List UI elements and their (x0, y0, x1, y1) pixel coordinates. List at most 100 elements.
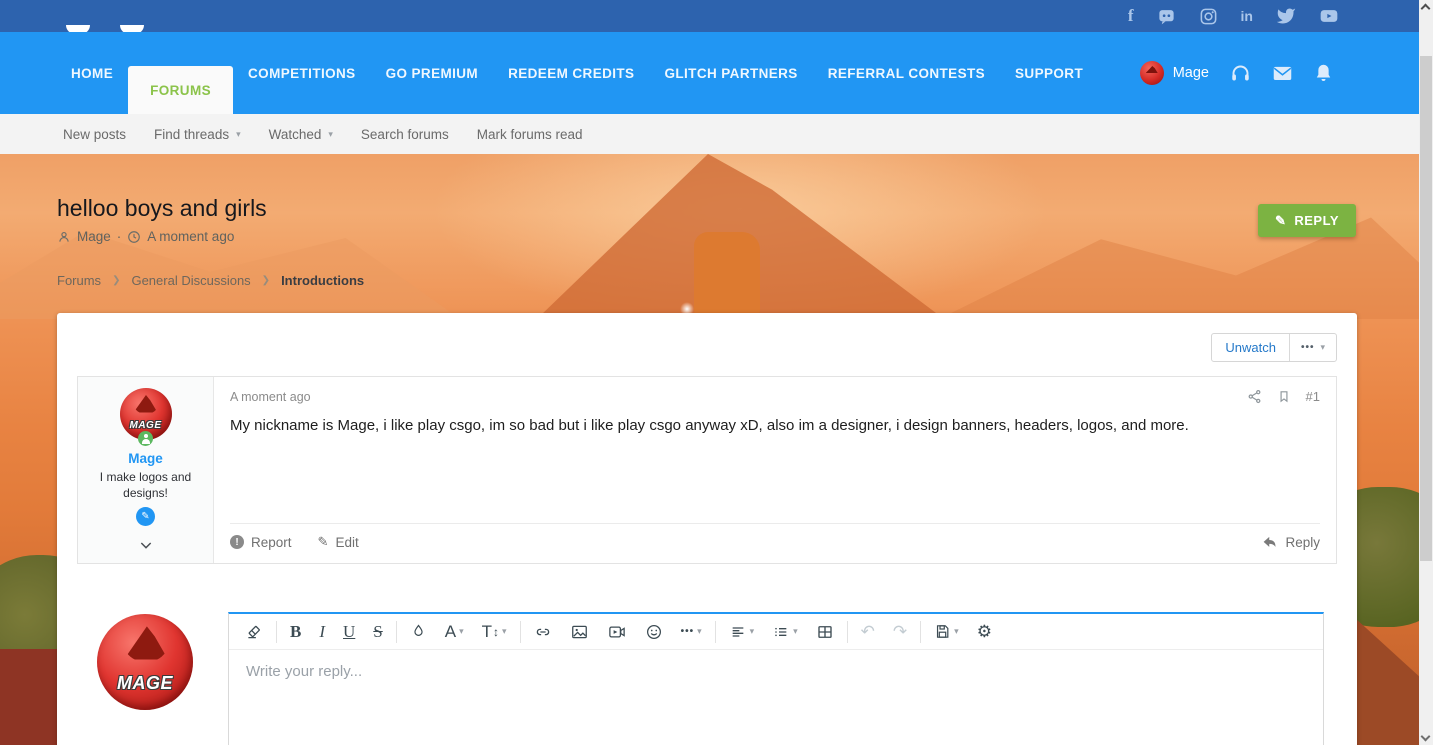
chevron-down-icon: ▾ (697, 626, 702, 637)
remove-format-eraser-icon[interactable] (236, 614, 272, 649)
reply-link[interactable]: Reply (1263, 535, 1320, 550)
edit-label: Edit (335, 535, 358, 550)
nav-item-glitch-partners[interactable]: GLITCH PARTNERS (649, 32, 812, 114)
size-glyph: T (482, 622, 492, 642)
inbox-mail-icon[interactable] (1272, 64, 1293, 82)
thread-card: Unwatch ••• ▾ MAGE Mage I make logos (57, 313, 1357, 745)
post-1: MAGE Mage I make logos and designs! ✎ A … (77, 376, 1337, 564)
insert-media-icon[interactable] (598, 614, 636, 649)
thread-time[interactable]: A moment ago (147, 229, 234, 244)
scroll-down-arrow-icon[interactable] (1421, 732, 1431, 742)
post-body-text: My nickname is Mage, i like play csgo, i… (230, 415, 1320, 523)
avatar-text: MAGE (130, 420, 162, 431)
breadcrumb: Forums ❯ General Discussions ❯ Introduct… (57, 273, 364, 288)
avatar[interactable]: MAGE (97, 614, 193, 710)
font-size-button[interactable]: T ↕ ▾ (473, 614, 516, 649)
alignment-button[interactable]: ▾ (720, 614, 764, 649)
subnav-label: Find threads (154, 127, 229, 142)
nav-item-forums[interactable]: FORUMS (128, 66, 233, 114)
nav-item-referral-contests[interactable]: REFERRAL CONTESTS (813, 32, 1000, 114)
redo-button[interactable]: ↷ (884, 614, 916, 649)
reply-arrow-icon (1263, 536, 1278, 549)
post-author-name[interactable]: Mage (128, 451, 163, 466)
breadcrumb-forums[interactable]: Forums (57, 273, 101, 288)
undo-button[interactable]: ↶ (852, 614, 884, 649)
underline-button[interactable]: U (334, 614, 364, 649)
scroll-up-arrow-icon[interactable] (1421, 4, 1431, 14)
twitter-icon[interactable] (1276, 6, 1296, 26)
nav-item-redeem-credits[interactable]: REDEEM CREDITS (493, 32, 649, 114)
nav-item-go-premium[interactable]: GO PREMIUM (371, 32, 494, 114)
post-author-title: I make logos and designs! (94, 469, 198, 501)
subnav-find-threads[interactable]: Find threads▾ (140, 127, 255, 142)
list-button[interactable]: ▾ (763, 614, 807, 649)
share-icon[interactable] (1247, 389, 1262, 404)
breadcrumb-introductions: Introductions (281, 273, 364, 288)
nav-item-home[interactable]: HOME (56, 32, 128, 114)
insert-link-icon[interactable] (525, 614, 561, 649)
subnav-label: New posts (63, 127, 126, 142)
subnav-label: Search forums (361, 127, 449, 142)
unwatch-button[interactable]: Unwatch (1212, 334, 1290, 361)
thread-tools: Unwatch ••• ▾ (77, 333, 1337, 362)
report-link[interactable]: ! Report (230, 535, 292, 550)
strikethrough-button[interactable]: S (364, 614, 391, 649)
pencil-icon: ✎ (1275, 213, 1286, 229)
edit-link[interactable]: ✎ Edit (318, 534, 359, 550)
insert-table-icon[interactable] (807, 614, 843, 649)
subnav-label: Mark forums read (477, 127, 583, 142)
user-avatar (1140, 61, 1164, 85)
thread-more-button[interactable]: ••• ▾ (1290, 334, 1336, 361)
subnav-mark-forums-read[interactable]: Mark forums read (463, 127, 597, 142)
youtube-icon[interactable] (1319, 6, 1339, 26)
bookmark-icon[interactable] (1277, 389, 1291, 404)
editor-settings-gear-icon[interactable]: ⚙ (968, 614, 1001, 649)
person-icon (57, 230, 71, 244)
subnav-search-forums[interactable]: Search forums (347, 127, 463, 142)
italic-button[interactable]: I (310, 614, 334, 649)
more-dots-icon: ••• (681, 626, 695, 637)
discord-icon[interactable] (1157, 7, 1176, 26)
reply-button-label: REPLY (1294, 213, 1339, 228)
quick-reply: MAGE B I U S (77, 612, 1337, 745)
post-header: A moment ago #1 (230, 389, 1320, 404)
reply-button[interactable]: ✎ REPLY (1258, 204, 1356, 237)
post-number[interactable]: #1 (1306, 389, 1320, 404)
nav-item-competitions[interactable]: COMPETITIONS (233, 32, 371, 114)
online-status-icon (138, 431, 153, 446)
content-area: helloo boys and girls Mage · A moment ag… (0, 154, 1419, 745)
chevron-right-icon: ❯ (112, 275, 120, 286)
text-color-droplet-icon[interactable] (401, 614, 436, 649)
subnav-watched[interactable]: Watched▾ (255, 127, 347, 142)
facebook-icon[interactable]: f (1128, 6, 1134, 26)
chevron-right-icon: ❯ (262, 275, 270, 286)
linkedin-icon[interactable]: in (1241, 8, 1253, 24)
pencil-icon: ✎ (318, 534, 329, 550)
subnav-new-posts[interactable]: New posts (49, 127, 140, 142)
thread-author[interactable]: Mage (77, 229, 111, 244)
more-options-button[interactable]: ••• ▾ (672, 614, 711, 649)
drafts-save-button[interactable]: ▾ (925, 614, 968, 649)
font-family-button[interactable]: A ▾ (436, 614, 473, 649)
designer-badge-icon[interactable]: ✎ (136, 507, 155, 526)
pencil-icon: ✎ (141, 511, 149, 522)
social-bar: f in (0, 0, 1419, 32)
instagram-icon[interactable] (1199, 7, 1218, 26)
unwatch-label: Unwatch (1225, 340, 1276, 355)
headphones-icon[interactable] (1230, 63, 1251, 84)
page-title: helloo boys and girls (57, 195, 267, 222)
nav-item-support[interactable]: SUPPORT (1000, 32, 1098, 114)
scrollbar-thumb[interactable] (1420, 56, 1432, 561)
alerts-bell-icon[interactable] (1314, 63, 1333, 84)
insert-image-icon[interactable] (561, 614, 598, 649)
breadcrumb-general-discussions[interactable]: General Discussions (131, 273, 250, 288)
chevron-down-icon: ▾ (502, 626, 507, 637)
reply-textarea[interactable]: Write your reply... (229, 650, 1323, 745)
user-name: Mage (1173, 65, 1209, 81)
smiley-icon[interactable] (636, 614, 672, 649)
account-menu[interactable]: Mage (1140, 61, 1209, 85)
page-scrollbar[interactable] (1419, 0, 1433, 745)
post-timestamp[interactable]: A moment ago (230, 390, 311, 404)
bold-button[interactable]: B (281, 614, 310, 649)
expand-author-chevron-icon[interactable] (138, 537, 154, 553)
